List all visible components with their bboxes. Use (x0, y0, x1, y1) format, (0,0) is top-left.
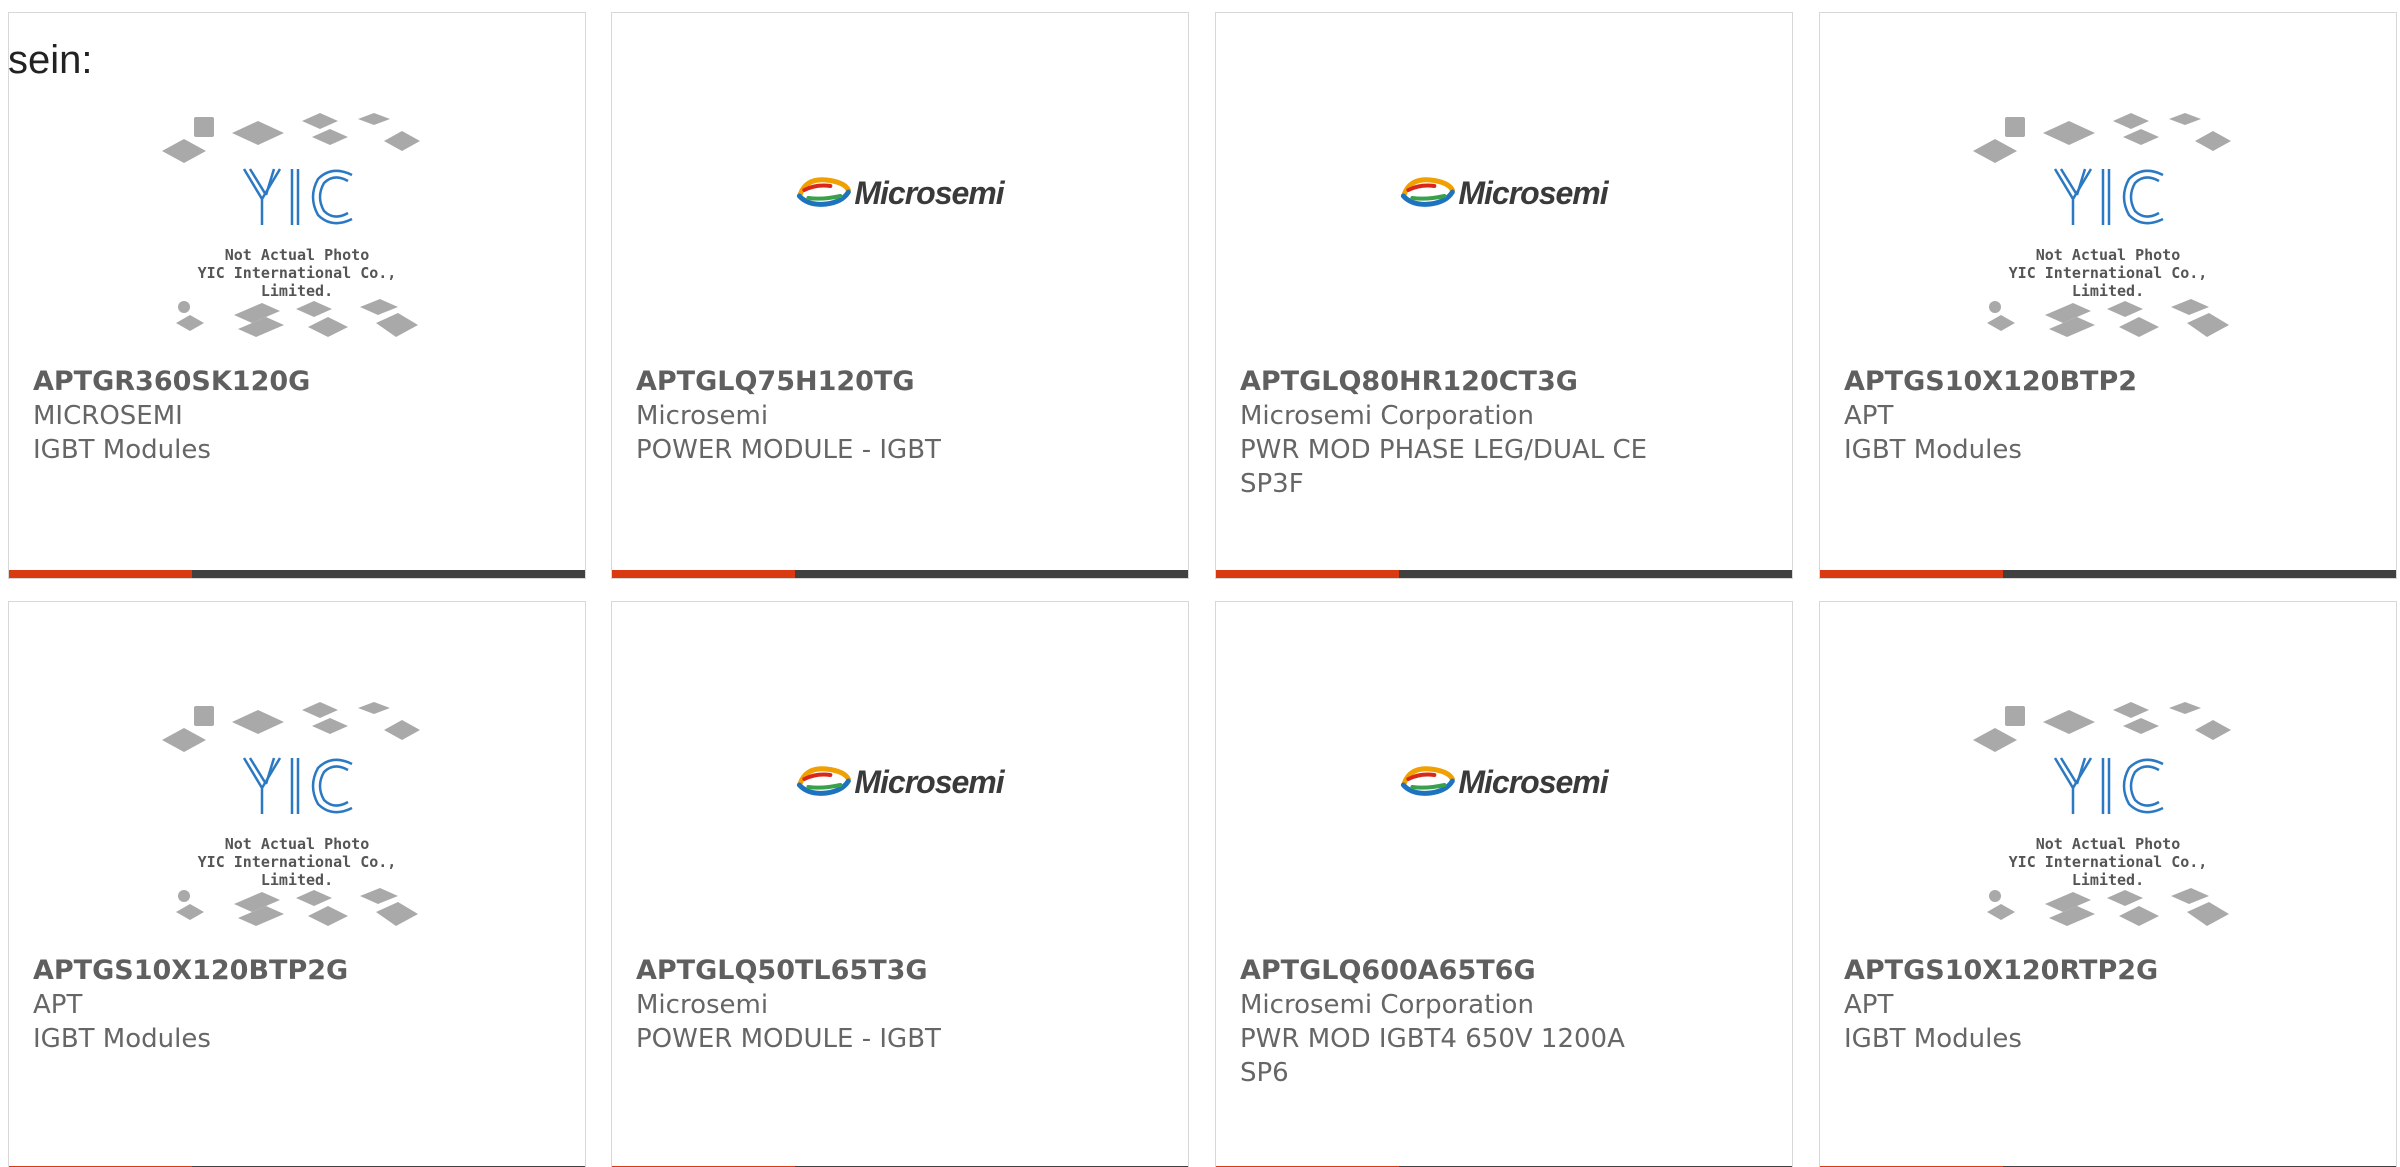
card-accent-bar (9, 570, 192, 578)
product-info: APTGR360SK120G MICROSEMI IGBT Modules (33, 365, 561, 467)
part-number-link[interactable]: APTGLQ80HR120CT3G (1240, 365, 1670, 399)
microsemi-logo: Microsemi (1400, 764, 1609, 801)
product-info: APTGS10X120RTP2G APT IGBT Modules (1844, 954, 2372, 1056)
part-number-link[interactable]: APTGS10X120RTP2G (1844, 954, 2274, 988)
manufacturer: APT (33, 990, 83, 1020)
part-number-link[interactable]: APTGLQ50TL65T3G (636, 954, 1066, 988)
page-heading: sein: (8, 38, 93, 82)
card-bottom-bar (612, 570, 1188, 578)
yic-placeholder-image: Not Actual Photo YIC International Co., L… (1973, 111, 2243, 351)
microsemi-wordmark: Microsemi (1458, 764, 1608, 800)
yic-placeholder-image: Not Actual Photo YIC International Co., L… (162, 111, 432, 351)
placeholder-line-2: YIC International Co., Limited. (2008, 853, 2208, 889)
placeholder-line-2: YIC International Co., Limited. (197, 853, 397, 889)
product-description: IGBT Modules (1844, 435, 2022, 465)
product-card[interactable]: Not Actual Photo YIC International Co., L… (8, 12, 586, 579)
product-card[interactable]: Not Actual Photo YIC International Co., L… (1819, 12, 2397, 579)
microsemi-swirl-icon (796, 176, 852, 212)
product-description: IGBT Modules (33, 1024, 211, 1054)
placeholder-line-1: Not Actual Photo (2035, 835, 2181, 853)
microsemi-swirl-icon (1400, 176, 1456, 212)
manufacturer: Microsemi (636, 990, 769, 1020)
product-info: APTGLQ80HR120CT3G Microsemi Corporation PW… (1240, 365, 1768, 501)
manufacturer: Microsemi (636, 401, 769, 431)
placeholder-caption: Not Actual Photo YIC International Co., L… (162, 246, 432, 300)
part-number-link[interactable]: APTGLQ75H120TG (636, 365, 1066, 399)
product-card[interactable]: Microsemi APTGLQ75H120TG Microsemi POWER MO… (611, 12, 1189, 579)
product-info: APTGLQ50TL65T3G Microsemi POWER MODULE - I… (636, 954, 1164, 1056)
placeholder-line-1: Not Actual Photo (224, 835, 370, 853)
card-accent-bar (1820, 570, 2003, 578)
product-image[interactable]: Microsemi (1216, 602, 1792, 947)
product-info: APTGLQ600A65T6G Microsemi Corporation PWR … (1240, 954, 1768, 1090)
product-description: IGBT Modules (33, 435, 211, 465)
product-description: PWR MOD PHASE LEG/DUAL CE SP3F (1240, 435, 1648, 499)
microsemi-logo: Microsemi (796, 764, 1005, 801)
product-info: APTGLQ75H120TG Microsemi POWER MODULE - IG… (636, 365, 1164, 467)
product-image[interactable]: Not Actual Photo YIC International Co., L… (9, 13, 585, 358)
microsemi-wordmark: Microsemi (854, 175, 1004, 211)
product-image[interactable]: Microsemi (612, 13, 1188, 358)
part-number-link[interactable]: APTGLQ600A65T6G (1240, 954, 1670, 988)
placeholder-line-1: Not Actual Photo (224, 246, 370, 264)
manufacturer: APT (1844, 401, 1894, 431)
page: sein: Not Actual Photo YIC International… (0, 0, 2400, 1167)
part-number-link[interactable]: APTGS10X120BTP2G (33, 954, 463, 988)
product-description: PWR MOD IGBT4 650V 1200A SP6 (1240, 1024, 1625, 1088)
placeholder-caption: Not Actual Photo YIC International Co., L… (162, 835, 432, 889)
product-image[interactable]: Not Actual Photo YIC International Co., L… (9, 602, 585, 947)
product-description: IGBT Modules (1844, 1024, 2022, 1054)
card-bottom-bar (1216, 570, 1792, 578)
microsemi-logo: Microsemi (796, 175, 1005, 212)
manufacturer: APT (1844, 990, 1894, 1020)
product-description: POWER MODULE - IGBT (636, 435, 941, 465)
card-accent-bar (612, 570, 795, 578)
microsemi-swirl-icon (1400, 765, 1456, 801)
part-number-link[interactable]: APTGR360SK120G (33, 365, 463, 399)
placeholder-line-2: YIC International Co., Limited. (197, 264, 397, 300)
manufacturer: Microsemi Corporation (1240, 401, 1534, 431)
product-image[interactable]: Microsemi (612, 602, 1188, 947)
yic-placeholder-image: Not Actual Photo YIC International Co., L… (1973, 700, 2243, 940)
product-image[interactable]: Not Actual Photo YIC International Co., L… (1820, 602, 2396, 947)
manufacturer: Microsemi Corporation (1240, 990, 1534, 1020)
product-description: POWER MODULE - IGBT (636, 1024, 941, 1054)
product-image[interactable]: Microsemi (1216, 13, 1792, 358)
placeholder-line-2: YIC International Co., Limited. (2008, 264, 2208, 300)
placeholder-line-1: Not Actual Photo (2035, 246, 2181, 264)
card-bottom-bar (9, 570, 585, 578)
manufacturer: MICROSEMI (33, 401, 183, 431)
yic-placeholder-image: Not Actual Photo YIC International Co., L… (162, 700, 432, 940)
microsemi-wordmark: Microsemi (854, 764, 1004, 800)
placeholder-caption: Not Actual Photo YIC International Co., L… (1973, 246, 2243, 300)
product-card[interactable]: Microsemi APTGLQ80HR120CT3G Microsemi Corp… (1215, 12, 1793, 579)
card-bottom-bar (1820, 570, 2396, 578)
product-card[interactable]: Not Actual Photo YIC International Co., L… (8, 601, 586, 1167)
product-card[interactable]: Microsemi APTGLQ600A65T6G Microsemi Corpor… (1215, 601, 1793, 1167)
product-info: APTGS10X120BTP2G APT IGBT Modules (33, 954, 561, 1056)
product-image[interactable]: Not Actual Photo YIC International Co., L… (1820, 13, 2396, 358)
product-card[interactable]: Not Actual Photo YIC International Co., L… (1819, 601, 2397, 1167)
microsemi-wordmark: Microsemi (1458, 175, 1608, 211)
part-number-link[interactable]: APTGS10X120BTP2 (1844, 365, 2274, 399)
microsemi-swirl-icon (796, 765, 852, 801)
microsemi-logo: Microsemi (1400, 175, 1609, 212)
product-card[interactable]: Microsemi APTGLQ50TL65T3G Microsemi POWER M… (611, 601, 1189, 1167)
product-info: APTGS10X120BTP2 APT IGBT Modules (1844, 365, 2372, 467)
placeholder-caption: Not Actual Photo YIC International Co., L… (1973, 835, 2243, 889)
card-accent-bar (1216, 570, 1399, 578)
